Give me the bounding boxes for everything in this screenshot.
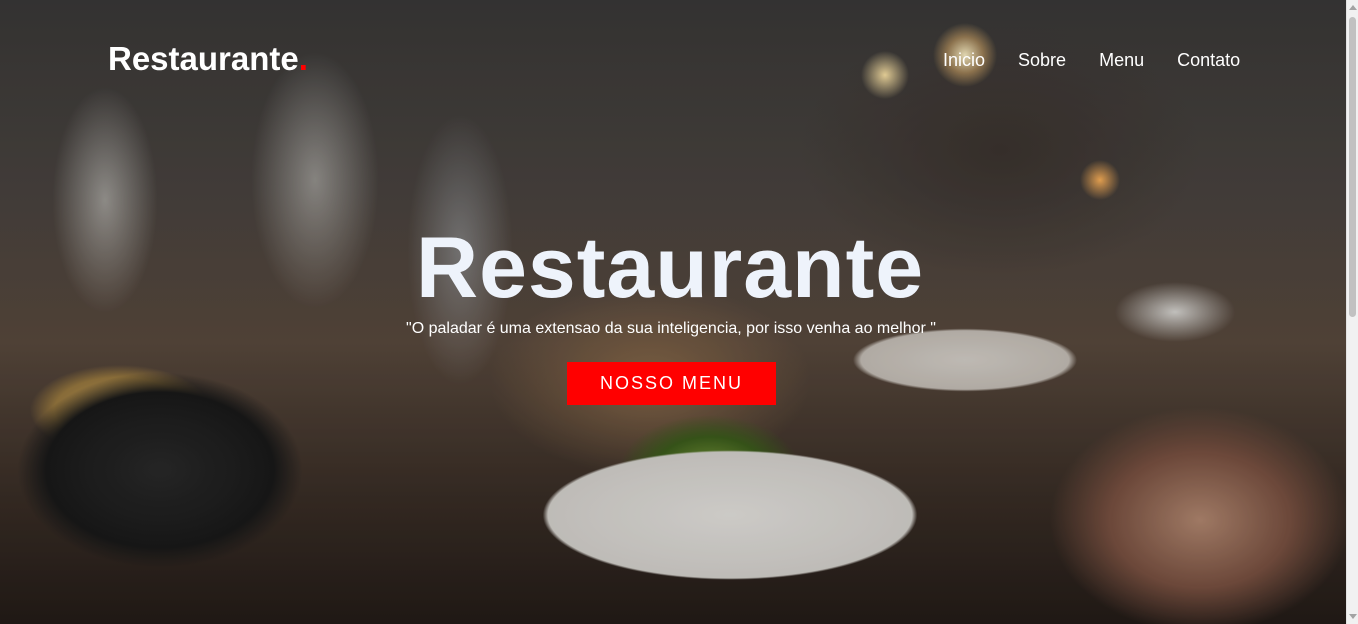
vertical-scrollbar[interactable] (1346, 0, 1358, 624)
hero-subtitle: "O paladar é uma extensao da sua intelig… (406, 320, 936, 337)
hero-section: Restaurante "O paladar é uma extensao da… (0, 0, 1346, 624)
hero-title: Restaurante (415, 220, 925, 316)
scroll-up-arrow-icon[interactable] (1349, 5, 1357, 10)
scrollbar-thumb[interactable] (1349, 17, 1356, 317)
page: Restaurante. Inicio Sobre Menu Contato R… (0, 0, 1358, 624)
nosso-menu-button[interactable]: NOSSO MENU (567, 362, 776, 405)
scroll-down-arrow-icon[interactable] (1349, 614, 1357, 619)
